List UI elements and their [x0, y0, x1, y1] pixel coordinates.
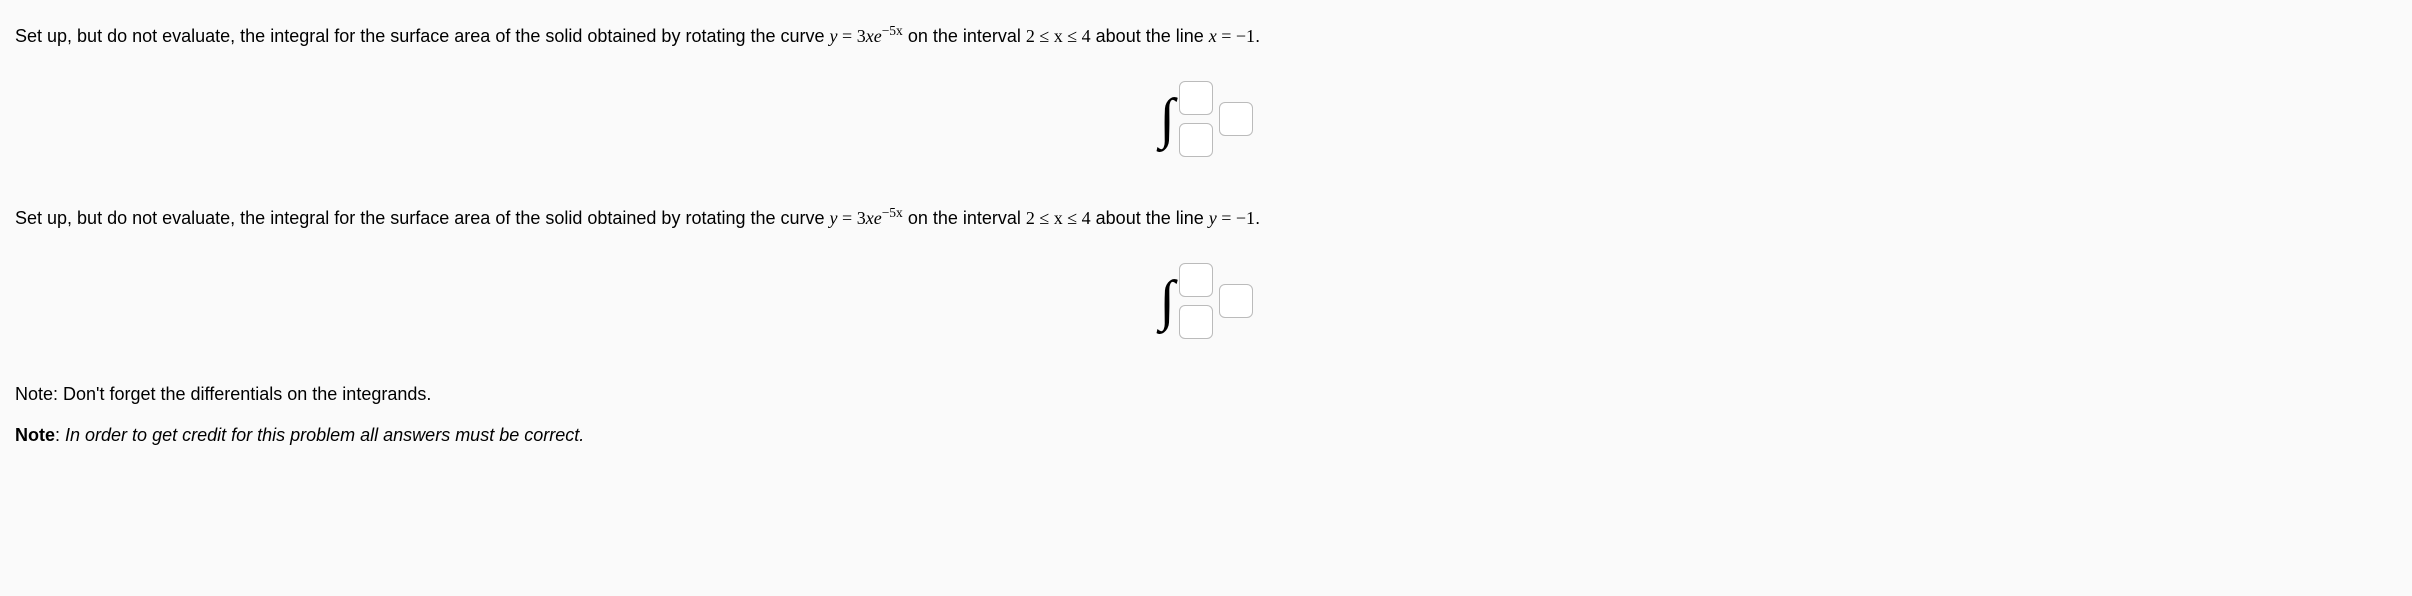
q1-pre-text: Set up, but do not evaluate, the integra… — [15, 26, 830, 46]
note-2-bold: Note — [15, 425, 55, 445]
q1-about-pre: about the line — [1091, 26, 1209, 46]
q2-axis-lhs: y — [1209, 208, 1217, 228]
q1-interval-pre: on the interval — [903, 26, 1026, 46]
integral-1: ∫ — [15, 81, 2397, 157]
q1-axis-eq: = — [1217, 26, 1236, 46]
bounds-stack-2 — [1179, 263, 1213, 339]
q2-coef: 3 — [857, 208, 866, 228]
upper-bound-input-1[interactable] — [1179, 81, 1213, 115]
q2-period: . — [1255, 208, 1260, 228]
q2-eq-lhs: y — [830, 208, 838, 228]
q2-pre-text: Set up, but do not evaluate, the integra… — [15, 208, 830, 228]
q1-interval: 2 ≤ x ≤ 4 — [1026, 26, 1091, 46]
integral-2: ∫ — [15, 263, 2397, 339]
question-2-prompt: Set up, but do not evaluate, the integra… — [15, 202, 2397, 233]
note-1: Note: Don't forget the differentials on … — [15, 384, 2397, 405]
q2-exp: −5x — [882, 205, 903, 220]
note-2-ital: In order to get credit for this problem … — [65, 425, 584, 445]
q2-eq-eq: = — [838, 208, 857, 228]
note-2: Note: In order to get credit for this pr… — [15, 425, 2397, 446]
integral-symbol-icon: ∫ — [1159, 91, 1174, 147]
upper-bound-input-2[interactable] — [1179, 263, 1213, 297]
q1-e: e — [874, 26, 882, 46]
question-1-prompt: Set up, but do not evaluate, the integra… — [15, 20, 2397, 51]
q2-interval-pre: on the interval — [903, 208, 1026, 228]
q2-e: e — [874, 208, 882, 228]
q2-axis-rhs: −1 — [1236, 208, 1255, 228]
q1-exp: −5x — [882, 23, 903, 38]
q1-eq-eq: = — [838, 26, 857, 46]
q1-eq-lhs: y — [830, 26, 838, 46]
lower-bound-input-2[interactable] — [1179, 305, 1213, 339]
integrand-input-2[interactable] — [1219, 284, 1253, 318]
q2-axis-eq: = — [1217, 208, 1236, 228]
integral-symbol-icon: ∫ — [1159, 273, 1174, 329]
q2-var: x — [866, 208, 874, 228]
bounds-stack-1 — [1179, 81, 1213, 157]
q2-interval: 2 ≤ x ≤ 4 — [1026, 208, 1091, 228]
q1-period: . — [1255, 26, 1260, 46]
note-2-sep: : — [55, 425, 65, 445]
q1-axis-lhs: x — [1209, 26, 1217, 46]
lower-bound-input-1[interactable] — [1179, 123, 1213, 157]
q2-about-pre: about the line — [1091, 208, 1209, 228]
integrand-input-1[interactable] — [1219, 102, 1253, 136]
q1-axis-rhs: −1 — [1236, 26, 1255, 46]
q1-coef: 3 — [857, 26, 866, 46]
q1-var: x — [866, 26, 874, 46]
